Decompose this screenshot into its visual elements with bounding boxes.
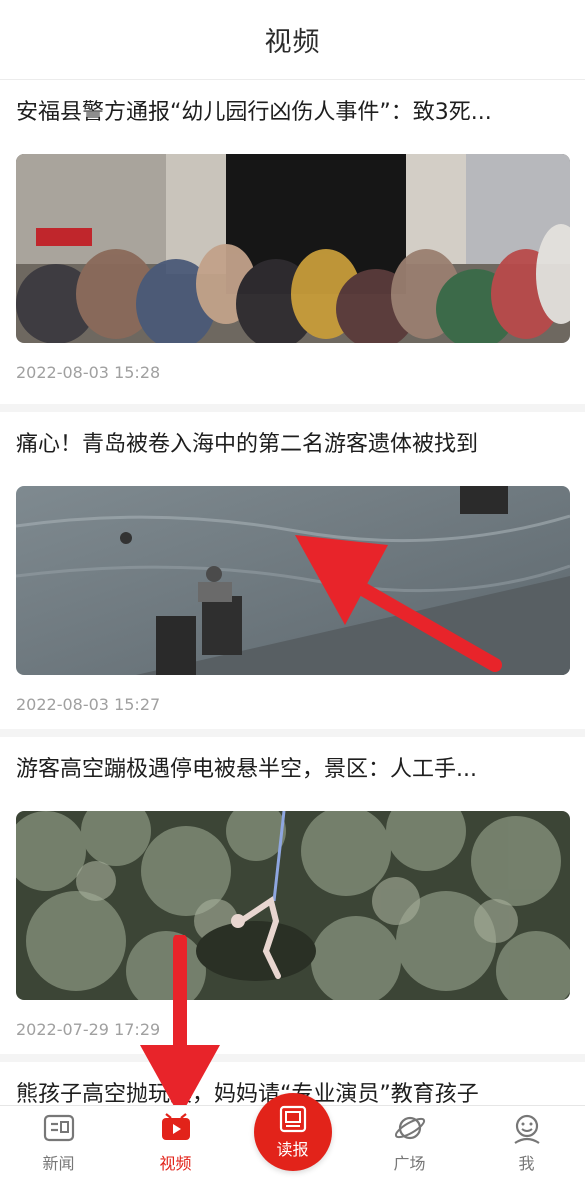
nav-label: 新闻 (42, 1154, 75, 1173)
video-title[interactable]: 安福县警方通报“幼儿园行凶伤人事件”：致3死... (16, 80, 569, 137)
video-card[interactable]: 游客高空蹦极遇停电被悬半空，景区：人工手... 2022-07-29 17:29 (0, 737, 585, 1054)
page-title: 视频 (264, 27, 321, 58)
read-paper-button[interactable]: 读报 (253, 1093, 332, 1171)
video-icon (161, 1113, 190, 1140)
video-title[interactable]: 痛心！青岛被卷入海中的第二名游客遗体被找到 (16, 412, 569, 469)
planet-icon (394, 1116, 425, 1140)
top-bar: 视频 (0, 0, 585, 80)
nav-square[interactable]: 广场 (351, 1105, 468, 1182)
video-title[interactable]: 游客高空蹦极遇停电被悬半空，景区：人工手... (16, 737, 569, 794)
nav-label: 读报 (276, 1140, 309, 1159)
nav-label: 广场 (393, 1154, 426, 1173)
nav-read-paper[interactable]: 读报 (234, 1093, 351, 1182)
video-card[interactable]: 安福县警方通报“幼儿园行凶伤人事件”：致3死... 2022-08-03 15:… (0, 80, 585, 404)
publish-time: 2022-08-03 15:27 (16, 695, 161, 714)
nav-label: 我 (518, 1154, 535, 1173)
nav-news[interactable]: 新闻 (0, 1105, 117, 1182)
bottom-nav: 新闻 视频 读报 广场 我 (0, 1093, 585, 1182)
publish-time: 2022-08-03 15:28 (16, 363, 161, 382)
nav-video[interactable]: 视频 (117, 1105, 234, 1182)
news-icon (43, 1114, 74, 1142)
video-thumbnail[interactable] (16, 486, 570, 675)
nav-me[interactable]: 我 (468, 1105, 585, 1182)
newspaper-icon (279, 1105, 306, 1133)
video-feed[interactable]: 安福县警方通报“幼儿园行凶伤人事件”：致3死... 2022-08-03 15:… (0, 80, 585, 1105)
video-card[interactable]: 痛心！青岛被卷入海中的第二名游客遗体被找到 2022-08-03 15:27 (0, 412, 585, 729)
publish-time: 2022-07-29 17:29 (16, 1020, 161, 1039)
video-thumbnail[interactable] (16, 811, 570, 1000)
video-thumbnail[interactable] (16, 154, 570, 343)
profile-icon (513, 1114, 540, 1144)
nav-label: 视频 (159, 1154, 192, 1173)
